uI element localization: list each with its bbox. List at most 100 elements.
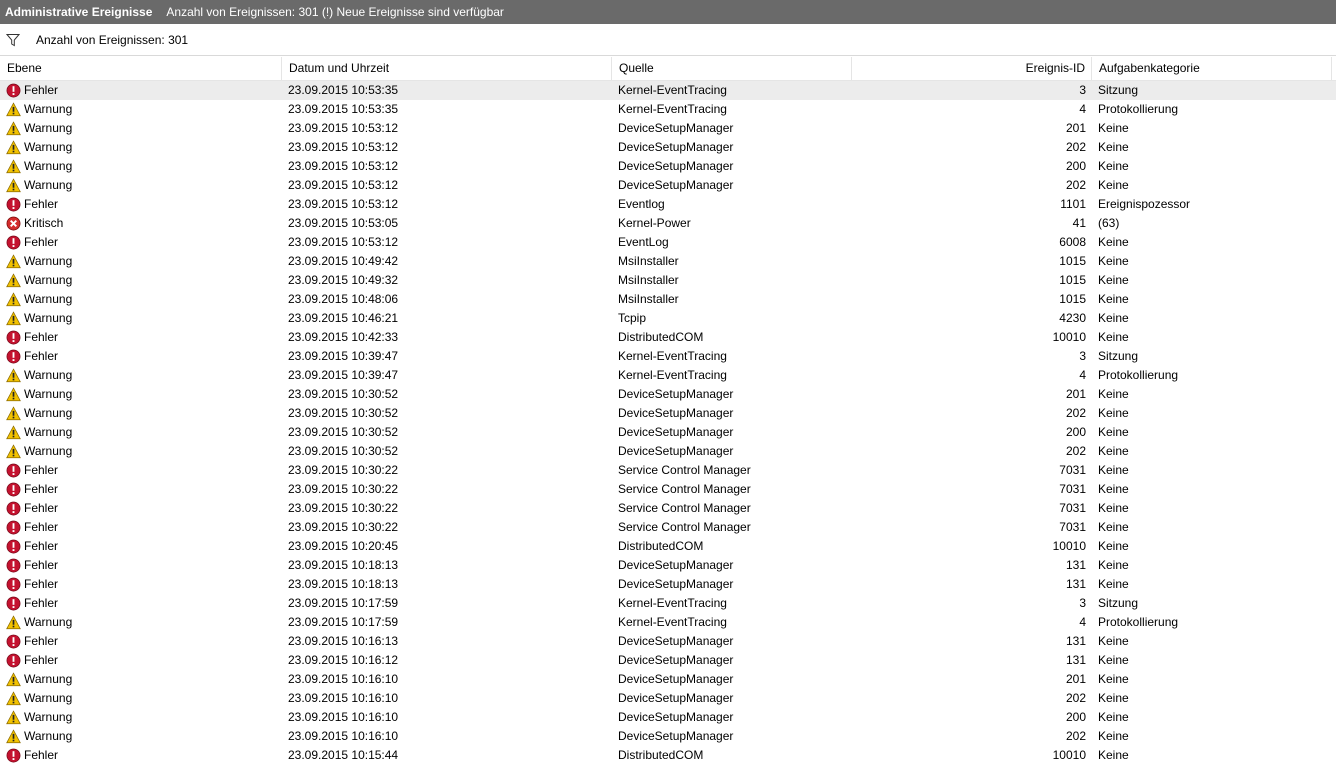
table-row[interactable]: Fehler 23.09.2015 10:15:44 DistributedCO… <box>0 746 1336 765</box>
event-id-cell: 7031 <box>1059 520 1086 534</box>
table-row[interactable]: Fehler 23.09.2015 10:17:59 Kernel-EventT… <box>0 594 1336 613</box>
table-row[interactable]: Warnung 23.09.2015 10:53:12 DeviceSetupM… <box>0 176 1336 195</box>
level-cell: Fehler <box>6 594 276 613</box>
table-row[interactable]: Warnung 23.09.2015 10:49:42 MsiInstaller… <box>0 252 1336 271</box>
table-row[interactable]: Kritisch 23.09.2015 10:53:05 Kernel-Powe… <box>0 214 1336 233</box>
column-header-datum[interactable]: Datum und Uhrzeit <box>282 57 612 80</box>
level-label: Warnung <box>24 444 73 458</box>
table-row[interactable]: Fehler 23.09.2015 10:16:12 DeviceSetupMa… <box>0 651 1336 670</box>
level-label: Warnung <box>24 159 73 173</box>
column-header-aufgabenkategorie[interactable]: Aufgabenkategorie <box>1092 57 1332 80</box>
source-cell: DeviceSetupManager <box>618 406 734 420</box>
source-cell: DeviceSetupManager <box>618 387 734 401</box>
source-cell: Kernel-EventTracing <box>618 83 727 97</box>
column-header-ereignis-id[interactable]: Ereignis-ID <box>852 57 1092 80</box>
view-status: Anzahl von Ereignissen: 301 (!) Neue Ere… <box>166 5 504 19</box>
table-row[interactable]: Fehler 23.09.2015 10:18:13 DeviceSetupMa… <box>0 556 1336 575</box>
level-label: Warnung <box>24 710 73 724</box>
date-cell: 23.09.2015 10:15:44 <box>288 748 399 762</box>
error-icon <box>6 634 21 649</box>
table-row[interactable]: Fehler 23.09.2015 10:30:22 Service Contr… <box>0 518 1336 537</box>
error-icon <box>6 349 21 364</box>
date-cell: 23.09.2015 10:30:22 <box>288 482 399 496</box>
table-row[interactable]: Warnung 23.09.2015 10:53:12 DeviceSetupM… <box>0 138 1336 157</box>
column-header-quelle[interactable]: Quelle <box>612 57 852 80</box>
task-category-cell: Keine <box>1098 444 1129 458</box>
source-cell: DeviceSetupManager <box>618 425 734 439</box>
date-cell: 23.09.2015 10:53:12 <box>288 235 399 249</box>
date-cell: 23.09.2015 10:42:33 <box>288 330 399 344</box>
source-cell: DistributedCOM <box>618 330 704 344</box>
table-row[interactable]: Warnung 23.09.2015 10:16:10 DeviceSetupM… <box>0 670 1336 689</box>
table-row[interactable]: Warnung 23.09.2015 10:53:35 Kernel-Event… <box>0 100 1336 119</box>
source-cell: Kernel-EventTracing <box>618 596 727 610</box>
table-row[interactable]: Warnung 23.09.2015 10:30:52 DeviceSetupM… <box>0 404 1336 423</box>
table-row[interactable]: Fehler 23.09.2015 10:30:22 Service Contr… <box>0 461 1336 480</box>
level-cell: Fehler <box>6 632 276 651</box>
table-row[interactable]: Warnung 23.09.2015 10:39:47 Kernel-Event… <box>0 366 1336 385</box>
table-row[interactable]: Warnung 23.09.2015 10:53:12 DeviceSetupM… <box>0 157 1336 176</box>
warning-icon <box>6 140 21 155</box>
task-category-cell: Keine <box>1098 406 1129 420</box>
level-cell: Warnung <box>6 613 276 632</box>
event-id-cell: 3 <box>1079 596 1086 610</box>
table-row[interactable]: Fehler 23.09.2015 10:20:45 DistributedCO… <box>0 537 1336 556</box>
level-label: Fehler <box>24 235 59 249</box>
event-id-cell: 202 <box>1065 406 1086 420</box>
source-cell: Kernel-EventTracing <box>618 349 727 363</box>
event-id-cell: 41 <box>1072 216 1086 230</box>
level-cell: Warnung <box>6 157 276 176</box>
table-row[interactable]: Warnung 23.09.2015 10:30:52 DeviceSetupM… <box>0 423 1336 442</box>
level-cell: Fehler <box>6 195 276 214</box>
level-label: Warnung <box>24 425 73 439</box>
table-row[interactable]: Warnung 23.09.2015 10:49:32 MsiInstaller… <box>0 271 1336 290</box>
level-cell: Fehler <box>6 499 276 518</box>
error-icon <box>6 83 21 98</box>
table-row[interactable]: Warnung 23.09.2015 10:30:52 DeviceSetupM… <box>0 385 1336 404</box>
date-cell: 23.09.2015 10:30:52 <box>288 425 399 439</box>
table-row[interactable]: Fehler 23.09.2015 10:39:47 Kernel-EventT… <box>0 347 1336 366</box>
table-row[interactable]: Fehler 23.09.2015 10:53:35 Kernel-EventT… <box>0 81 1336 100</box>
event-id-cell: 4 <box>1079 368 1086 382</box>
source-cell: DeviceSetupManager <box>618 710 734 724</box>
task-category-cell: Keine <box>1098 330 1129 344</box>
date-cell: 23.09.2015 10:46:21 <box>288 311 399 325</box>
event-id-cell: 201 <box>1065 672 1086 686</box>
level-cell: Fehler <box>6 81 276 100</box>
table-row[interactable]: Fehler 23.09.2015 10:53:12 EventLog 6008… <box>0 233 1336 252</box>
level-label: Warnung <box>24 368 73 382</box>
column-header-ebene[interactable]: Ebene <box>0 57 282 80</box>
event-id-cell: 131 <box>1065 577 1086 591</box>
error-icon <box>6 748 21 763</box>
task-category-cell: Keine <box>1098 634 1129 648</box>
table-row[interactable]: Fehler 23.09.2015 10:42:33 DistributedCO… <box>0 328 1336 347</box>
table-row[interactable]: Fehler 23.09.2015 10:30:22 Service Contr… <box>0 499 1336 518</box>
table-row[interactable]: Warnung 23.09.2015 10:17:59 Kernel-Event… <box>0 613 1336 632</box>
filter-icon[interactable] <box>6 33 20 47</box>
date-cell: 23.09.2015 10:30:22 <box>288 520 399 534</box>
level-label: Fehler <box>24 501 59 515</box>
error-icon <box>6 235 21 250</box>
table-row[interactable]: Warnung 23.09.2015 10:30:52 DeviceSetupM… <box>0 442 1336 461</box>
table-row[interactable]: Fehler 23.09.2015 10:53:12 Eventlog 1101… <box>0 195 1336 214</box>
table-row[interactable]: Warnung 23.09.2015 10:48:06 MsiInstaller… <box>0 290 1336 309</box>
source-cell: DeviceSetupManager <box>618 121 734 135</box>
source-cell: DeviceSetupManager <box>618 178 734 192</box>
level-cell: Fehler <box>6 575 276 594</box>
table-row[interactable]: Warnung 23.09.2015 10:46:21 Tcpip 4230 K… <box>0 309 1336 328</box>
table-row[interactable]: Warnung 23.09.2015 10:16:10 DeviceSetupM… <box>0 708 1336 727</box>
table-row[interactable]: Warnung 23.09.2015 10:53:12 DeviceSetupM… <box>0 119 1336 138</box>
table-row[interactable]: Warnung 23.09.2015 10:16:10 DeviceSetupM… <box>0 689 1336 708</box>
table-row[interactable]: Fehler 23.09.2015 10:16:13 DeviceSetupMa… <box>0 632 1336 651</box>
event-id-cell: 1101 <box>1060 197 1086 211</box>
task-category-cell: Keine <box>1098 235 1129 249</box>
table-row[interactable]: Fehler 23.09.2015 10:30:22 Service Contr… <box>0 480 1336 499</box>
table-row[interactable]: Fehler 23.09.2015 10:18:13 DeviceSetupMa… <box>0 575 1336 594</box>
table-row[interactable]: Warnung 23.09.2015 10:16:10 DeviceSetupM… <box>0 727 1336 746</box>
event-id-cell: 10010 <box>1052 330 1086 344</box>
task-category-cell: Keine <box>1098 539 1129 553</box>
event-id-cell: 3 <box>1079 349 1086 363</box>
level-label: Warnung <box>24 691 73 705</box>
level-label: Fehler <box>24 539 59 553</box>
level-label: Warnung <box>24 292 73 306</box>
